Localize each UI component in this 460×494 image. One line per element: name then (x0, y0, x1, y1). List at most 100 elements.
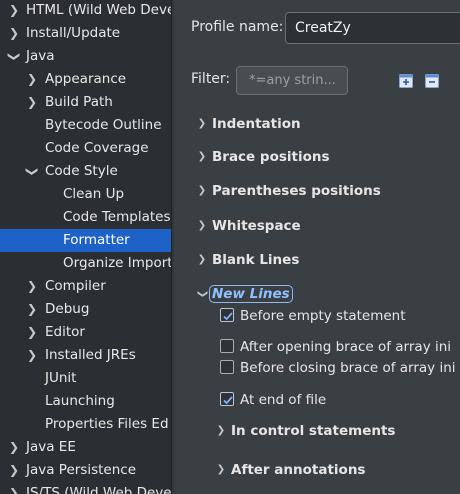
tree-item-label: Editor (45, 324, 85, 340)
chevron-right-icon[interactable]: ❯ (216, 419, 226, 443)
tree-item-label: Code Coverage (45, 140, 149, 156)
chevron-right-icon[interactable]: ❯ (197, 248, 207, 272)
tree-item-label: JS/TS (Wild Web Deve (26, 485, 171, 494)
chevron-right-icon[interactable]: ❯ (197, 145, 207, 169)
section-label: After annotations (231, 462, 366, 478)
tree-item-label: Organize Import (63, 255, 171, 271)
tree-item-label: Java Persistence (26, 462, 137, 478)
tree-item-properties-files-editor[interactable]: Properties Files Ed (0, 413, 171, 436)
tree-item-label: Debug (45, 301, 90, 317)
preferences-tree: ❯ HTML (Wild Web Deve ❯ Install/Update ❯… (0, 0, 171, 494)
tree-item-label: Code Templates (63, 209, 171, 225)
subsection-after-annotations[interactable]: ❯ After annotations (216, 458, 456, 482)
section-whitespace[interactable]: ❯ Whitespace (197, 214, 457, 238)
tree-item-installed-jres[interactable]: ❯ Installed JREs (0, 344, 171, 367)
tree-item-code-style[interactable]: ❯ Code Style (0, 160, 171, 183)
chevron-right-icon[interactable]: ❯ (26, 298, 38, 321)
tree-item-launching[interactable]: Launching (0, 390, 171, 413)
section-label: Whitespace (212, 218, 301, 234)
chevron-right-icon[interactable]: ❯ (26, 68, 38, 91)
chevron-right-icon[interactable]: ❯ (8, 436, 20, 459)
chevron-down-icon[interactable]: ❯ (21, 166, 44, 178)
checkbox[interactable] (220, 360, 234, 374)
tree-item-label: Clean Up (63, 186, 125, 202)
tree-item-label: HTML (Wild Web Deve (26, 2, 171, 18)
section-blank-lines[interactable]: ❯ Blank Lines (197, 248, 457, 272)
option-after-opening-brace-array[interactable]: After opening brace of array ini (220, 336, 460, 358)
tree-item-formatter[interactable]: Formatter (0, 229, 171, 252)
tree-item-clean-up[interactable]: Clean Up (0, 183, 171, 206)
tree-item-label: Appearance (45, 71, 127, 87)
tree-item-editor[interactable]: ❯ Editor (0, 321, 171, 344)
filter-label: Filter: (191, 71, 231, 87)
collapse-all-icon[interactable] (425, 73, 439, 88)
tree-item-label: JUnit (45, 370, 77, 386)
tree-item-label: Properties Files Ed (45, 416, 169, 432)
tree-item-appearance[interactable]: ❯ Appearance (0, 68, 171, 91)
option-label: After opening brace of array ini (240, 339, 452, 355)
chevron-right-icon[interactable]: ❯ (26, 321, 38, 344)
tree-item-label: Bytecode Outline (45, 117, 162, 133)
option-label: Before closing brace of array ini (240, 360, 456, 376)
option-before-empty-statement[interactable]: Before empty statement (220, 305, 460, 327)
tree-item-html[interactable]: ❯ HTML (Wild Web Deve (0, 0, 171, 22)
tree-item-label: Install/Update (26, 25, 121, 41)
tree-item-junit[interactable]: JUnit (0, 367, 171, 390)
chevron-right-icon[interactable]: ❯ (26, 275, 38, 298)
chevron-right-icon[interactable]: ❯ (197, 214, 207, 238)
tree-item-java-ee[interactable]: ❯ Java EE (0, 436, 171, 459)
expand-all-icon[interactable] (399, 73, 413, 88)
section-label: Indentation (212, 116, 301, 132)
tree-item-code-coverage[interactable]: Code Coverage (0, 137, 171, 160)
tree-item-debug[interactable]: ❯ Debug (0, 298, 171, 321)
option-label: At end of file (240, 392, 327, 408)
chevron-right-icon[interactable]: ❯ (197, 179, 207, 203)
profile-name-label: Profile name: (191, 19, 284, 35)
tree-item-js-ts[interactable]: ❯ JS/TS (Wild Web Deve (0, 482, 171, 494)
chevron-right-icon[interactable]: ❯ (8, 22, 20, 45)
tree-item-compiler[interactable]: ❯ Compiler (0, 275, 171, 298)
tree-item-label: Java (26, 48, 55, 64)
option-before-closing-brace-array[interactable]: Before closing brace of array ini (220, 357, 460, 379)
subsection-in-control-statements[interactable]: ❯ In control statements (216, 419, 456, 443)
tree-item-label: Java EE (26, 439, 76, 455)
chevron-right-icon[interactable]: ❯ (216, 458, 226, 482)
tree-item-install-update[interactable]: ❯ Install/Update (0, 22, 171, 45)
section-new-lines[interactable]: ❯ New Lines (197, 282, 457, 306)
checkbox-checked[interactable] (220, 308, 234, 322)
chevron-right-icon[interactable]: ❯ (8, 459, 20, 482)
tree-item-label: Installed JREs (45, 347, 136, 363)
chevron-right-icon[interactable]: ❯ (26, 91, 38, 114)
section-brace-positions[interactable]: ❯ Brace positions (197, 145, 457, 169)
section-label: New Lines (209, 285, 293, 303)
section-label: Blank Lines (212, 252, 300, 268)
tree-item-label: Compiler (45, 278, 106, 294)
chevron-right-icon[interactable]: ❯ (8, 482, 20, 494)
option-label: Before empty statement (240, 308, 406, 324)
tree-item-build-path[interactable]: ❯ Build Path (0, 91, 171, 114)
section-label: Parentheses positions (212, 183, 381, 199)
section-label: In control statements (231, 423, 396, 439)
section-indentation[interactable]: ❯ Indentation (197, 112, 457, 136)
filter-input[interactable]: *=any strin... (236, 66, 348, 95)
tree-item-bytecode-outline[interactable]: Bytecode Outline (0, 114, 171, 137)
tree-item-label: Build Path (45, 94, 113, 110)
sash-edge (172, 0, 174, 494)
tree-item-java-persistence[interactable]: ❯ Java Persistence (0, 459, 171, 482)
section-parentheses-positions[interactable]: ❯ Parentheses positions (197, 179, 457, 203)
chevron-right-icon[interactable]: ❯ (197, 112, 207, 136)
option-at-end-of-file[interactable]: At end of file (220, 389, 460, 411)
chevron-right-icon[interactable]: ❯ (26, 344, 38, 367)
chevron-down-icon[interactable]: ❯ (3, 51, 26, 63)
tree-item-code-templates[interactable]: Code Templates (0, 206, 171, 229)
checkbox[interactable] (220, 339, 234, 353)
tree-item-label: Launching (45, 393, 115, 409)
profile-name-input[interactable] (285, 12, 460, 44)
checkbox-checked[interactable] (220, 392, 234, 406)
tree-item-organize-imports[interactable]: Organize Import (0, 252, 171, 275)
tree-item-java[interactable]: ❯ Java (0, 45, 171, 68)
chevron-right-icon[interactable]: ❯ (8, 0, 20, 22)
tree-item-label: Formatter (63, 232, 130, 248)
tree-item-label: Code Style (45, 163, 118, 179)
section-label: Brace positions (212, 149, 330, 165)
